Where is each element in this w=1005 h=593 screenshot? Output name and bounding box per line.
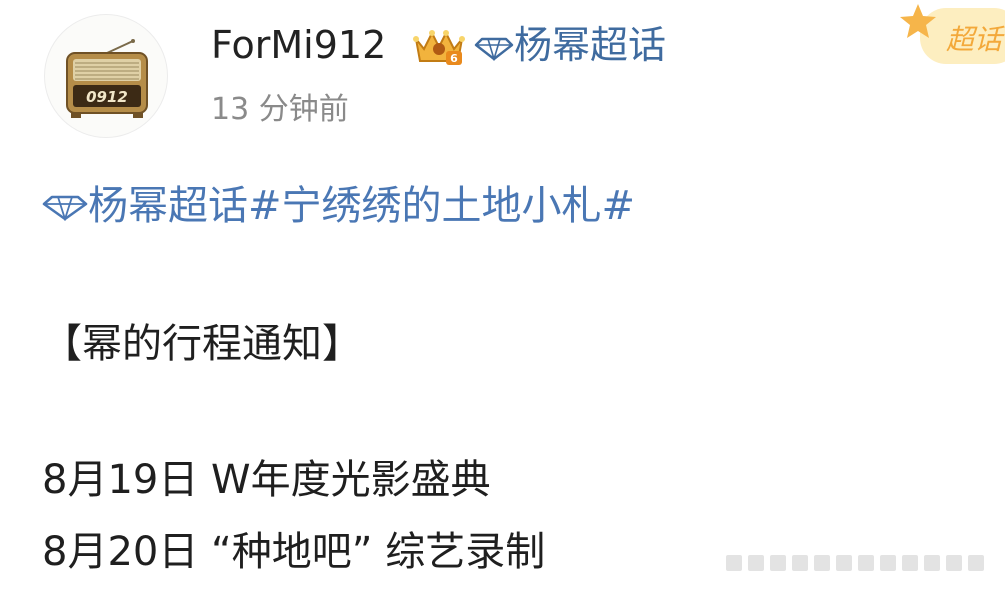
super-topic-label: 杨幂超话 <box>514 23 667 67</box>
radio-icon: 0912 <box>66 39 148 118</box>
post-title: 【幂的行程通知】 <box>42 321 362 367</box>
watermark <box>726 545 1002 581</box>
schedule-item: 8月19日 W年度光影盛典 <box>42 457 491 503</box>
avatar[interactable]: 0912 <box>44 14 168 138</box>
crown-icon: 6 <box>413 30 465 65</box>
super-topic-link[interactable]: 杨幂超话 <box>474 20 666 73</box>
schedule-item: 8月20日 “种地吧” 综艺录制 <box>42 529 546 575</box>
super-topic-badge[interactable]: 超话 <box>896 0 1005 74</box>
svg-text:6: 6 <box>450 52 458 65</box>
svg-text:超话: 超话 <box>946 23 1005 56</box>
username[interactable]: ForMi912 <box>211 20 386 70</box>
post-timestamp: 13 分钟前 <box>211 92 349 127</box>
diamond-icon <box>474 23 514 73</box>
diamond-icon <box>42 180 88 236</box>
crown-level-badge[interactable]: 6 <box>410 23 468 67</box>
svg-text:0912: 0912 <box>86 88 128 106</box>
post-topic-tag-text: 杨幂超话#宁绣绣的土地小札# <box>88 183 636 229</box>
post-topic-tag[interactable]: 杨幂超话#宁绣绣的土地小札# <box>42 178 635 236</box>
